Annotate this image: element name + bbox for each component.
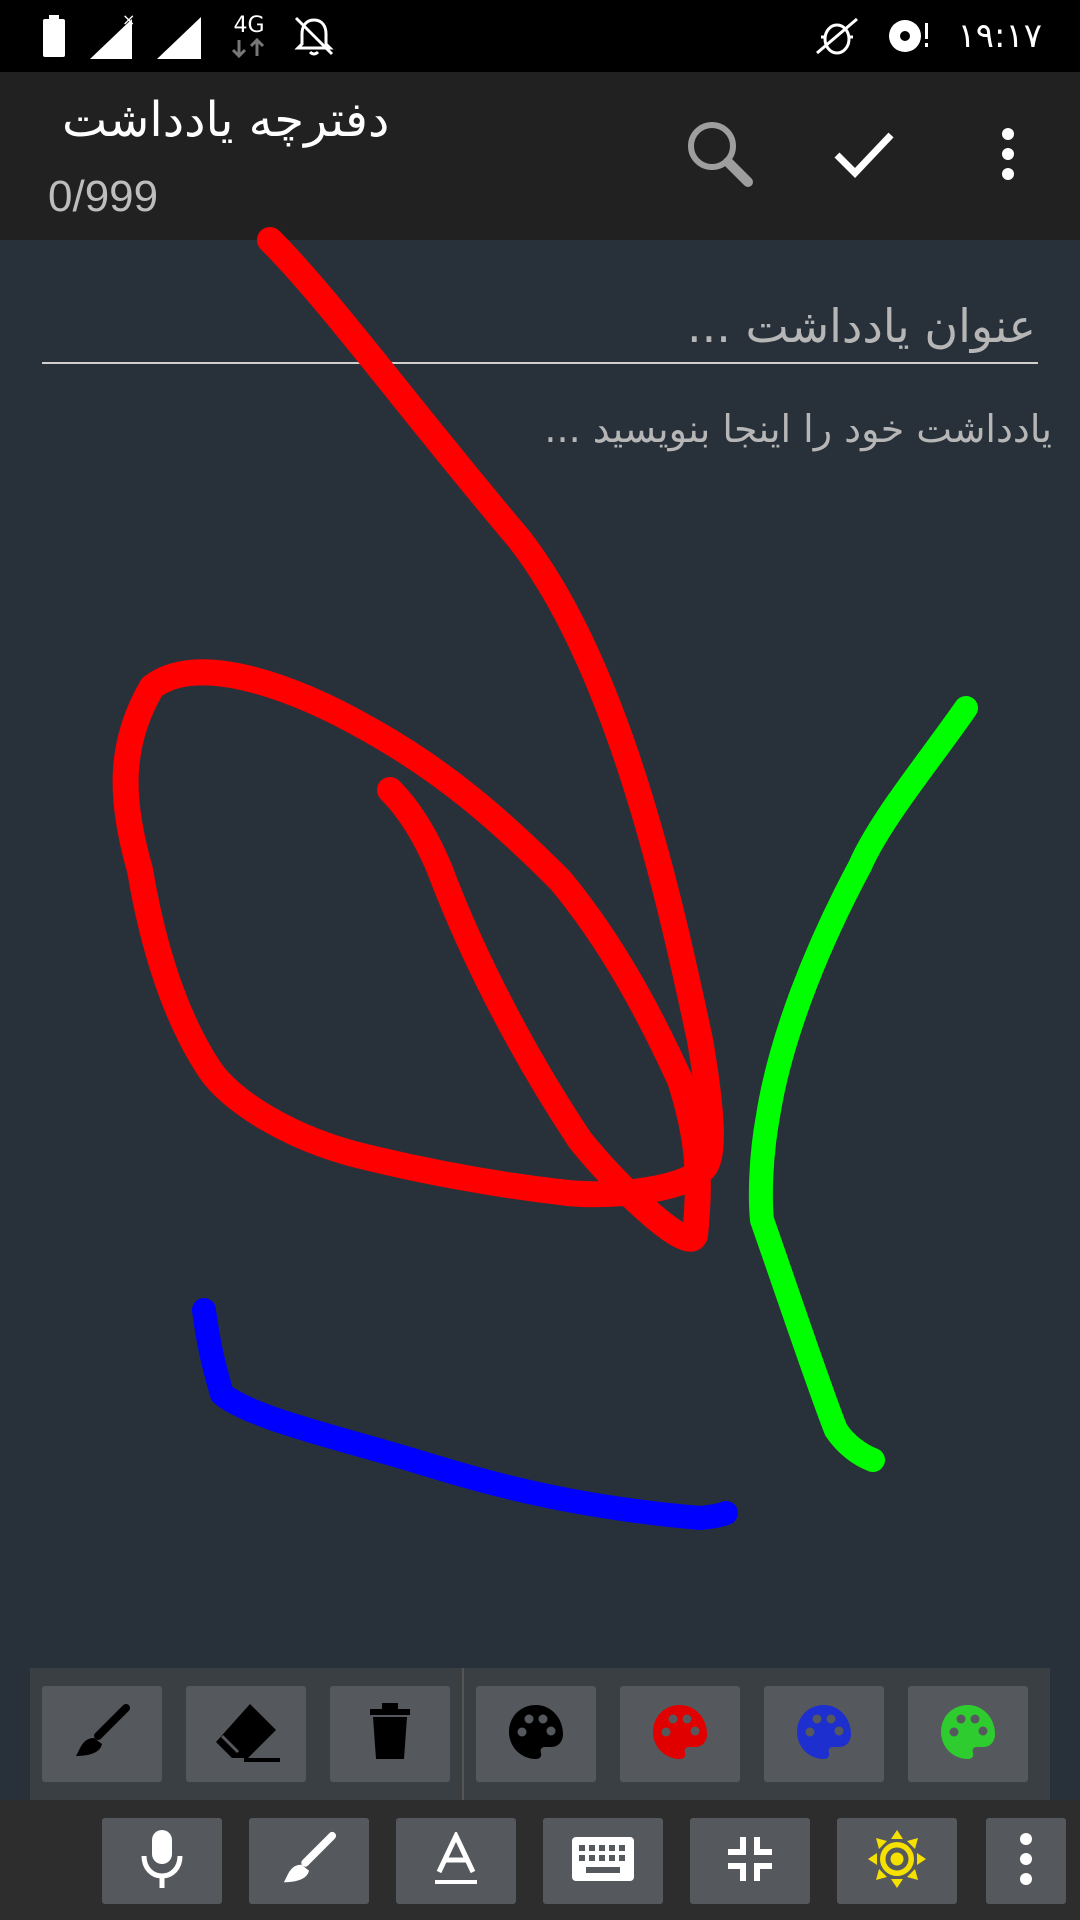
- search-icon: [682, 116, 758, 196]
- collapse-button[interactable]: [690, 1818, 810, 1904]
- status-bar: × 4G ۱۹:۱۷: [0, 0, 1080, 72]
- palette-icon: [506, 1702, 566, 1766]
- color-red-button[interactable]: [620, 1686, 740, 1782]
- green-stroke: [748, 696, 978, 1472]
- microphone-icon: [140, 1828, 184, 1894]
- clear-drawing-button[interactable]: [330, 1686, 450, 1782]
- status-clock: ۱۹:۱۷: [957, 16, 1042, 56]
- toolbar-divider: [462, 1668, 464, 1800]
- collapse-icon: [726, 1835, 774, 1887]
- voice-input-button[interactable]: [102, 1818, 222, 1904]
- text-format-icon: [433, 1830, 479, 1890]
- eraser-tool-button[interactable]: [186, 1686, 306, 1782]
- note-counter: 0/999: [48, 172, 159, 221]
- eraser-icon: [210, 1700, 282, 1768]
- palette-icon: [794, 1702, 854, 1766]
- brightness-button[interactable]: [837, 1818, 957, 1904]
- brush-tool-button[interactable]: [42, 1686, 162, 1782]
- keyboard-button[interactable]: [543, 1818, 663, 1904]
- app-bar: دفترچه یادداشت 0/999: [0, 72, 1080, 240]
- disc-alert-icon: [885, 0, 933, 72]
- app-title: دفترچه یادداشت: [62, 92, 390, 148]
- color-green-button[interactable]: [908, 1686, 1028, 1782]
- notifications-off-icon: [292, 0, 336, 72]
- signal-no-sim-icon: ×: [88, 0, 142, 72]
- brush-icon: [280, 1831, 338, 1891]
- svg-text:×: ×: [122, 11, 135, 29]
- check-icon: [833, 129, 895, 183]
- bug-icon: [812, 0, 862, 72]
- note-body-input[interactable]: [40, 405, 1054, 479]
- bottom-overflow-button[interactable]: [986, 1818, 1066, 1904]
- signal-icon: [155, 0, 205, 72]
- trash-icon: [368, 1703, 412, 1765]
- note-title-input[interactable]: [42, 290, 1038, 364]
- search-button[interactable]: [672, 108, 768, 204]
- brush-icon: [72, 1704, 132, 1764]
- text-format-button[interactable]: [396, 1818, 516, 1904]
- battery-icon: [40, 0, 68, 72]
- color-black-button[interactable]: [476, 1686, 596, 1782]
- palette-icon: [938, 1702, 998, 1766]
- draw-mode-button[interactable]: [249, 1818, 369, 1904]
- more-vert-icon: [1018, 1832, 1034, 1890]
- brightness-icon: [868, 1830, 926, 1892]
- drawing-canvas[interactable]: [0, 0, 1080, 1920]
- blue-stroke: [192, 1298, 738, 1530]
- keyboard-icon: [572, 1837, 634, 1885]
- palette-icon: [650, 1702, 710, 1766]
- color-blue-button[interactable]: [764, 1686, 884, 1782]
- red-long-stroke: [112, 227, 724, 1252]
- overflow-menu-button[interactable]: [960, 108, 1056, 204]
- more-vert-icon: [1000, 127, 1016, 185]
- confirm-button[interactable]: [816, 108, 912, 204]
- 4g-data-icon: 4G: [226, 0, 272, 72]
